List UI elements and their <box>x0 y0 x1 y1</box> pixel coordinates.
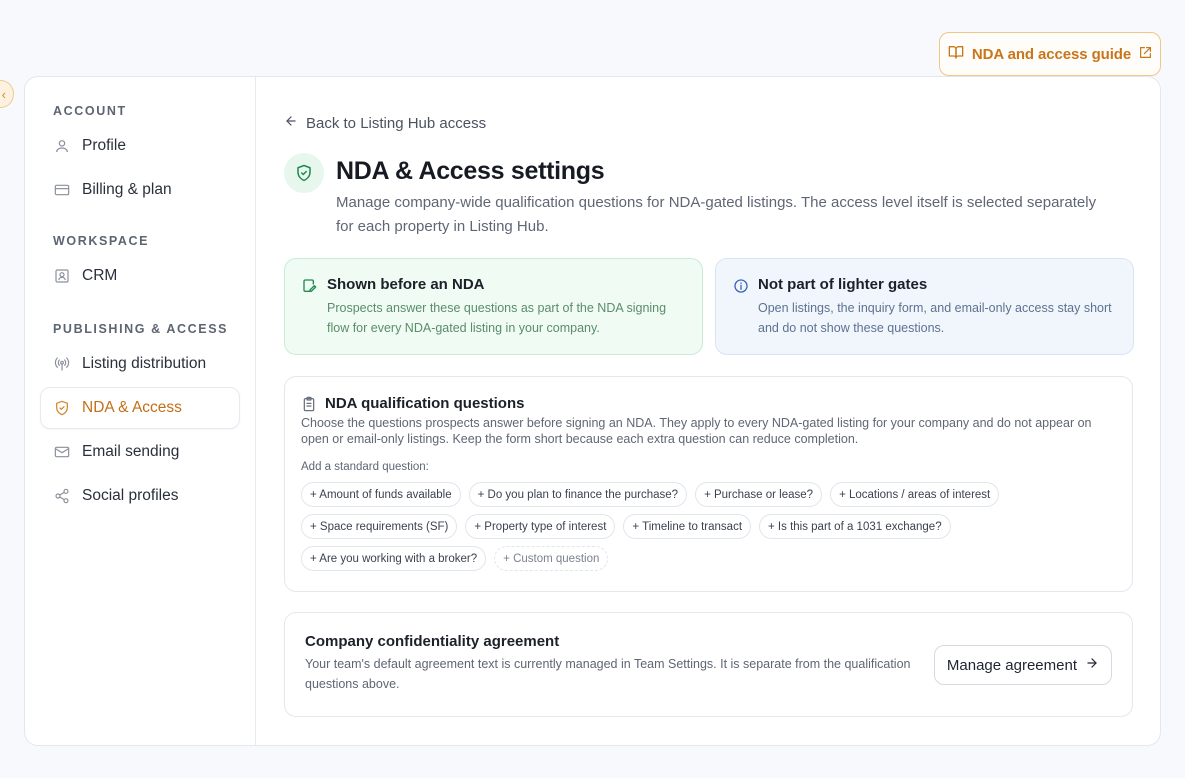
lighter-gates-card: Not part of lighter gates Open listings,… <box>715 258 1134 355</box>
share-icon <box>54 488 70 504</box>
settings-main: Back to Listing Hub access NDA & Access … <box>256 77 1160 745</box>
mail-icon <box>54 444 70 460</box>
clipboard-icon <box>301 396 317 412</box>
sidebar-item-billing[interactable]: Billing & plan <box>40 169 240 211</box>
sidebar-collapse-handle[interactable]: ‹ <box>0 80 14 108</box>
question-chip-finance[interactable]: + Do you plan to finance the purchase? <box>468 482 688 507</box>
qualification-questions-card: NDA qualification questions Choose the q… <box>284 376 1133 592</box>
question-chip-broker[interactable]: + Are you working with a broker? <box>301 546 487 571</box>
sidebar-item-social-profiles[interactable]: Social profiles <box>40 475 240 517</box>
sidebar-item-label: Billing & plan <box>82 181 172 198</box>
book-open-icon <box>948 44 964 64</box>
info-card-title: Not part of lighter gates <box>758 276 928 293</box>
info-card-title: Shown before an NDA <box>327 276 485 293</box>
custom-question-button[interactable]: + Custom question <box>494 546 609 571</box>
broadcast-icon <box>54 356 70 372</box>
page-title: NDA & Access settings <box>336 157 605 185</box>
sidebar-section-workspace: WORKSPACE <box>53 234 150 248</box>
shield-icon <box>54 400 70 416</box>
questions-header: NDA qualification questions <box>301 395 1116 412</box>
nda-guide-label: NDA and access guide <box>971 45 1132 63</box>
settings-sidebar: ACCOUNT Profile Billing & plan WORKSPACE… <box>25 77 256 745</box>
question-chip-funds[interactable]: + Amount of funds available <box>301 482 461 507</box>
sidebar-item-profile[interactable]: Profile <box>40 125 240 167</box>
add-question-label: Add a standard question: <box>301 461 429 473</box>
sidebar-item-nda-access[interactable]: NDA & Access <box>40 387 240 429</box>
page-header: NDA & Access settings <box>284 153 605 193</box>
shield-check-icon <box>284 153 324 193</box>
questions-description: Choose the questions prospects answer be… <box>301 416 1092 446</box>
edit-note-icon <box>302 278 318 294</box>
confidentiality-agreement-card: Company confidentiality agreement Your t… <box>284 612 1133 717</box>
sidebar-section-publishing: PUBLISHING & ACCESS <box>53 322 229 336</box>
sidebar-item-label: NDA & Access <box>82 399 182 416</box>
nda-shown-card: Shown before an NDA Prospects answer the… <box>284 258 703 355</box>
question-chip-purchase-lease[interactable]: + Purchase or lease? <box>695 482 823 507</box>
sidebar-item-label: Email sending <box>82 443 180 460</box>
sidebar-item-label: Social profiles <box>82 487 179 504</box>
sidebar-item-label: Listing distribution <box>82 355 207 372</box>
question-chip-locations[interactable]: + Locations / areas of interest <box>830 482 1000 507</box>
info-card-text: Prospects answer these questions as part… <box>327 301 667 335</box>
arrow-right-icon <box>1085 656 1099 674</box>
sidebar-item-listing-distribution[interactable]: Listing distribution <box>40 343 240 385</box>
sidebar-item-email-sending[interactable]: Email sending <box>40 431 240 473</box>
info-card-text: Open listings, the inquiry form, and ema… <box>758 301 1112 335</box>
agreement-text: Your team's default agreement text is cu… <box>305 657 911 691</box>
nda-guide-button[interactable]: NDA and access guide <box>939 32 1161 76</box>
back-link-label: Back to Listing Hub access <box>306 114 487 132</box>
manage-agreement-label: Manage agreement <box>946 656 1077 674</box>
manage-agreement-button[interactable]: Manage agreement <box>933 645 1112 685</box>
standard-question-chips: + Amount of funds available + Do you pla… <box>301 482 1121 571</box>
sidebar-item-crm[interactable]: CRM <box>40 255 240 297</box>
back-link[interactable]: Back to Listing Hub access <box>284 114 486 132</box>
page-description: Manage company-wide qualification questi… <box>336 194 1097 235</box>
question-chip-space[interactable]: + Space requirements (SF) <box>301 514 458 539</box>
settings-frame: ACCOUNT Profile Billing & plan WORKSPACE… <box>24 76 1161 746</box>
credit-card-icon <box>54 182 70 198</box>
sidebar-item-label: CRM <box>82 267 118 284</box>
contact-icon <box>54 268 70 284</box>
questions-title: NDA qualification questions <box>325 395 525 412</box>
arrow-left-icon <box>284 114 298 132</box>
question-chip-timeline[interactable]: + Timeline to transact <box>623 514 752 539</box>
question-chip-1031[interactable]: + Is this part of a 1031 exchange? <box>759 514 951 539</box>
external-link-icon <box>1139 46 1152 63</box>
question-chip-property-type[interactable]: + Property type of interest <box>465 514 616 539</box>
chevron-left-icon: ‹ <box>1 86 6 102</box>
sidebar-item-label: Profile <box>82 137 126 154</box>
user-icon <box>54 138 70 154</box>
info-icon <box>733 278 749 294</box>
sidebar-section-account: ACCOUNT <box>53 104 127 118</box>
